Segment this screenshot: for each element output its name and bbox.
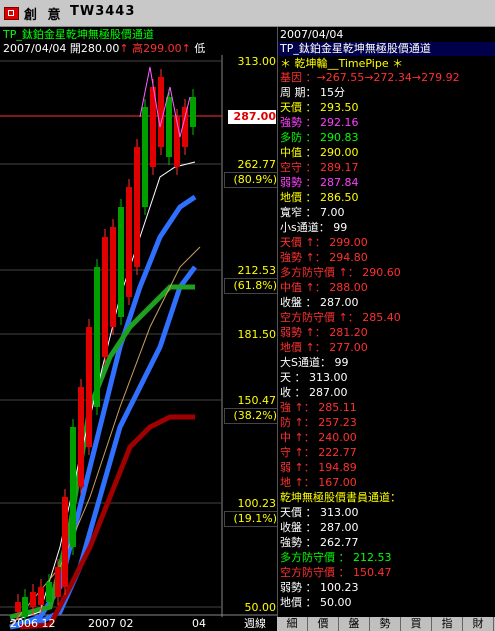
- indicator-row: 多防 ： 290.83: [280, 131, 359, 144]
- indicator-row: 守 ↑： 222.77: [280, 446, 357, 459]
- indicator-row: 天 ： 313.00: [280, 371, 348, 384]
- indicator-row: 強勢 ： 292.16: [280, 116, 359, 129]
- time-label-1: 2006 12: [10, 617, 56, 630]
- candle-body: [22, 597, 28, 617]
- indicator-row: 空方防守價 ： 150.47: [280, 566, 392, 579]
- panel-subtitle: ＊ 乾坤輪__TimePipe ＊: [280, 57, 404, 70]
- candle-body: [15, 602, 21, 612]
- tab-2[interactable]: 盤: [339, 617, 370, 631]
- indicator-row: 多方防守價 ↑： 290.60: [280, 266, 401, 279]
- indicator-row: 防 ↑： 257.23: [280, 416, 357, 429]
- indicator-row: 收盤 ： 287.00: [280, 521, 359, 534]
- price-axis-pct: (38.2%): [224, 408, 278, 424]
- price-axis-label: 50.00: [244, 601, 277, 614]
- price-axis-label: 313.00: [237, 55, 277, 68]
- indicator-row: 收盤 ： 287.00: [280, 296, 359, 309]
- indicator-row: 地價 ↑： 277.00: [280, 341, 368, 354]
- indicator-panel: 2007/04/04 TP_鈦鉑金星乾坤無極股價通道 ＊ 乾坤輪__TimePi…: [277, 27, 495, 631]
- candle-body: [38, 587, 44, 605]
- indicator-row: 天價 ： 293.50: [280, 101, 359, 114]
- candle-body: [86, 327, 92, 447]
- indicator-row: 強 ↑： 285.11: [280, 401, 357, 414]
- price-axis-label: 150.47: [237, 394, 277, 407]
- candle-body: [142, 107, 148, 207]
- candle-body: [94, 267, 100, 407]
- candle-body: [110, 227, 116, 327]
- indicator-row: 弱 ↑： 194.89: [280, 461, 357, 474]
- tab-1[interactable]: 價: [308, 617, 339, 631]
- candle-body: [134, 147, 140, 267]
- channel-white-1: [9, 161, 196, 623]
- candle-body: [118, 207, 124, 317]
- price-chart[interactable]: TP_鈦鉑金星乾坤無極股價通道 2007/04/04 開280.00↑ 高299…: [0, 27, 278, 631]
- indicator-row: 地 ↑： 167.00: [280, 476, 357, 489]
- indicator-row: 多方防守價 ： 212.53: [280, 551, 392, 564]
- panel-date: 2007/04/04: [280, 28, 344, 41]
- price-axis-pct: (19.1%): [224, 511, 278, 527]
- indicator-row: 小s通道： 99: [280, 221, 348, 234]
- stock-name: 創 意: [24, 8, 64, 23]
- time-label-3: 04: [192, 617, 206, 630]
- candle-body: [55, 567, 61, 597]
- time-label-period: 週線: [244, 617, 266, 630]
- indicator-row: 空守 ： 289.17: [280, 161, 359, 174]
- candle-body: [78, 387, 84, 487]
- candle-body: [102, 237, 108, 357]
- indicator-row: 天價 ： 313.00: [280, 506, 359, 519]
- indicator-row: 大S通道： 99: [280, 356, 349, 369]
- candle-body: [158, 77, 164, 147]
- window-title-bar: 創 意 TW3443: [0, 0, 495, 27]
- indicator-row: 中值 ： 290.00: [280, 146, 359, 159]
- indicator-row: 空方防守價 ↑： 285.40: [280, 311, 401, 324]
- price-axis-pct: (61.8%): [224, 278, 278, 294]
- price-axis-label: 212.53: [237, 264, 277, 277]
- app-logo-icon: [4, 7, 19, 20]
- candle-body: [166, 97, 172, 157]
- price-axis-label: 100.23: [237, 497, 277, 510]
- indicator-row: 強勢 ↑： 294.80: [280, 251, 368, 264]
- indicator-row: 中值 ↑： 288.00: [280, 281, 368, 294]
- indicator-row: 乾坤無極股價書員通道：: [280, 491, 401, 504]
- stock-code: TW3443: [70, 4, 136, 19]
- candle-body: [62, 497, 68, 587]
- bottom-tab-bar: 細價盤勢買指財: [277, 617, 495, 631]
- indicator-row: 弱勢 ： 100.23: [280, 581, 359, 594]
- indicator-row: 寬窄 ： 7.00: [280, 206, 345, 219]
- time-label-2: 2007 02: [88, 617, 134, 630]
- price-axis-label: 287.00: [228, 110, 276, 124]
- price-axis-label: 262.77: [237, 158, 277, 171]
- indicator-row: 基因 ：→267.55→272.34→279.92: [280, 71, 460, 84]
- price-axis-pct: (80.9%): [224, 172, 278, 188]
- indicator-row: 地價 ： 50.00: [280, 596, 352, 609]
- indicator-row: 天價 ↑： 299.00: [280, 236, 368, 249]
- panel-title: TP_鈦鉑金星乾坤無極股價通道: [278, 42, 495, 56]
- indicator-row: 周 期： 15分: [280, 86, 345, 99]
- candle-body: [46, 582, 52, 602]
- tab-4[interactable]: 買: [401, 617, 432, 631]
- indicator-row: 弱勢 ： 287.84: [280, 176, 359, 189]
- candle-body: [30, 592, 36, 607]
- tab-6[interactable]: 財: [463, 617, 494, 631]
- indicator-row: 中 ↑： 240.00: [280, 431, 357, 444]
- candle-body: [126, 187, 132, 297]
- candle-body: [190, 97, 196, 127]
- tab-3[interactable]: 勢: [370, 617, 401, 631]
- tab-5[interactable]: 指: [432, 617, 463, 631]
- indicator-row: 強勢 ： 262.77: [280, 536, 359, 549]
- price-axis-label: 181.50: [237, 328, 277, 341]
- indicator-row: 地價 ： 286.50: [280, 191, 359, 204]
- candle-body: [70, 427, 76, 547]
- tab-0[interactable]: 細: [277, 617, 308, 631]
- indicator-row: 收 ： 287.00: [280, 386, 348, 399]
- indicator-row: 弱勢 ↑： 281.20: [280, 326, 368, 339]
